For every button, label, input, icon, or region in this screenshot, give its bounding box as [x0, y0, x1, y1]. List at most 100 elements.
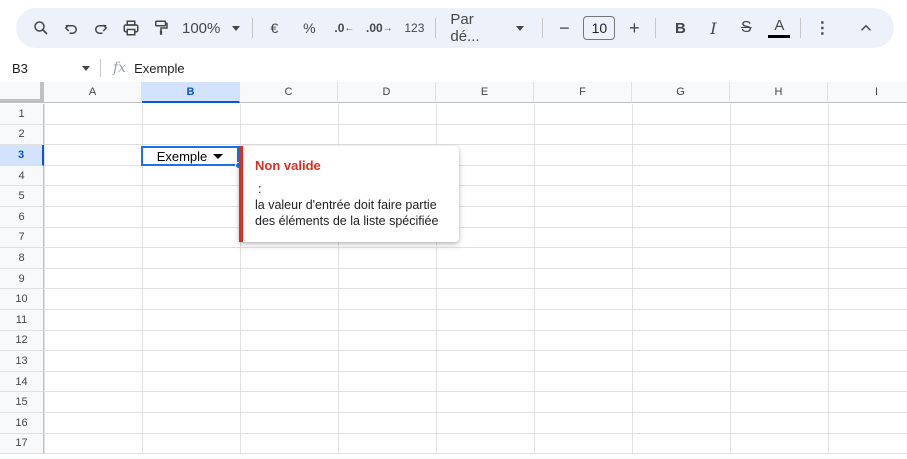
increase-decimal-button[interactable]: .00 → — [365, 14, 393, 42]
grid-line — [534, 104, 535, 455]
column-header-c[interactable]: C — [240, 82, 338, 103]
row-header-1[interactable]: 1 — [0, 104, 44, 125]
arrow-right-icon: → — [382, 22, 393, 34]
text-color-swatch — [768, 34, 791, 38]
row-header-10[interactable]: 10 — [0, 289, 44, 310]
paint-format-button[interactable] — [147, 14, 175, 42]
row-header-14[interactable]: 14 — [0, 371, 44, 393]
grid-line — [44, 412, 907, 413]
row-header-7[interactable]: 7 — [0, 227, 44, 249]
grid-line — [44, 432, 907, 434]
toolbar-divider — [435, 18, 437, 38]
column-header-f[interactable]: F — [534, 82, 632, 103]
grid-line — [44, 309, 907, 310]
column-header-e[interactable]: E — [436, 82, 534, 103]
toolbar-divider — [655, 18, 657, 38]
more-options-button[interactable]: ⋮ — [808, 14, 836, 42]
row-header-8[interactable]: 8 — [0, 248, 44, 269]
row-header-16[interactable]: 16 — [0, 413, 44, 434]
row-header-5[interactable]: 5 — [0, 186, 44, 207]
decrease-decimal-label: .0 — [334, 21, 345, 35]
strikethrough-button[interactable]: S — [732, 14, 760, 42]
grid-line — [828, 104, 829, 455]
percent-format-button[interactable]: % — [295, 14, 323, 42]
chevron-down-icon — [82, 65, 90, 71]
row-header-4[interactable]: 4 — [0, 165, 44, 187]
name-box-value: B3 — [12, 60, 28, 76]
text-color-label: A — [774, 16, 785, 34]
decrease-font-size-button[interactable]: − — [550, 14, 578, 42]
row-header-12[interactable]: 12 — [0, 330, 44, 352]
toolbar: 100% € % .0 ← .00 → 123 Par dé... − 10 + B… — [16, 8, 894, 48]
dropdown-chip-icon[interactable] — [213, 153, 224, 159]
row-header-15[interactable]: 15 — [0, 392, 44, 413]
increase-font-size-button[interactable]: + — [620, 14, 648, 42]
active-cell-b3[interactable]: Exemple — [141, 146, 239, 166]
row-header-2[interactable]: 2 — [0, 124, 44, 146]
zoom-value: 100% — [182, 19, 221, 37]
grid-line — [44, 391, 907, 393]
search-menus-button[interactable] — [27, 14, 55, 42]
arrow-left-icon: ← — [344, 22, 355, 34]
undo-button[interactable] — [57, 14, 85, 42]
row-header-6[interactable]: 6 — [0, 207, 44, 228]
formula-bar: B3 fx Exemple — [0, 56, 907, 80]
column-header-g[interactable]: G — [632, 82, 730, 103]
select-all-corner[interactable] — [0, 82, 44, 103]
grid-line — [44, 370, 907, 372]
grid-line — [44, 350, 907, 352]
print-button[interactable] — [117, 14, 145, 42]
column-header-h[interactable]: H — [730, 82, 828, 103]
redo-icon — [95, 24, 108, 34]
font-size-input[interactable]: 10 — [583, 16, 616, 40]
toolbar-divider — [542, 18, 544, 38]
tooltip-colon: : — [258, 182, 262, 196]
grid-line — [44, 185, 907, 187]
redo-button[interactable] — [87, 14, 115, 42]
grid-line — [44, 267, 907, 269]
font-family-select[interactable]: Par dé... — [442, 11, 532, 45]
formula-bar-divider — [100, 59, 101, 77]
column-header-a[interactable]: A — [44, 82, 142, 103]
chevron-up-icon — [860, 24, 872, 31]
name-box[interactable]: B3 — [0, 56, 100, 80]
grid-line — [44, 453, 907, 455]
chevron-down-icon — [516, 25, 525, 31]
row-header-9[interactable]: 9 — [0, 268, 44, 290]
column-header-b[interactable]: B — [142, 82, 240, 103]
increase-decimal-label: .00 — [366, 21, 383, 35]
grid-line — [44, 226, 907, 228]
tooltip-message: la valeur d'entrée doit faire partie des… — [255, 198, 439, 228]
function-icon: fx — [113, 60, 127, 76]
currency-format-button[interactable]: € — [260, 14, 288, 42]
decrease-decimal-button[interactable]: .0 ← — [330, 14, 358, 42]
print-icon — [123, 20, 139, 36]
column-header-d[interactable]: D — [338, 82, 436, 103]
zoom-select[interactable]: 100% — [176, 20, 246, 37]
grid-line — [44, 329, 907, 331]
row-header-3[interactable]: 3 — [0, 145, 44, 166]
validation-error-tooltip: Non valide : la valeur d'entrée doit fai… — [239, 146, 459, 242]
grid-line — [44, 247, 907, 249]
collapse-toolbar-button[interactable] — [852, 14, 880, 42]
row-header-11[interactable]: 11 — [0, 310, 44, 331]
number-format-button[interactable]: 123 — [400, 14, 428, 42]
tooltip-title: Non valide — [255, 158, 321, 173]
chevron-down-icon — [232, 25, 241, 31]
row-header-17[interactable]: 17 — [0, 433, 44, 455]
toolbar-divider — [252, 18, 254, 38]
toolbar-divider — [800, 18, 802, 38]
grid-line — [730, 104, 731, 455]
font-family-value: Par dé... — [450, 11, 480, 45]
undo-icon — [64, 24, 77, 34]
bold-button[interactable]: B — [666, 14, 694, 42]
italic-button[interactable]: I — [699, 14, 727, 42]
text-color-button[interactable]: A — [765, 14, 793, 42]
grid-line — [44, 104, 45, 455]
column-header-i[interactable]: I — [828, 82, 907, 103]
grid-line — [44, 288, 907, 290]
row-header-13[interactable]: 13 — [0, 351, 44, 372]
search-icon — [34, 21, 48, 35]
formula-input[interactable]: Exemple — [134, 61, 185, 76]
paint-roller-icon — [155, 20, 168, 35]
